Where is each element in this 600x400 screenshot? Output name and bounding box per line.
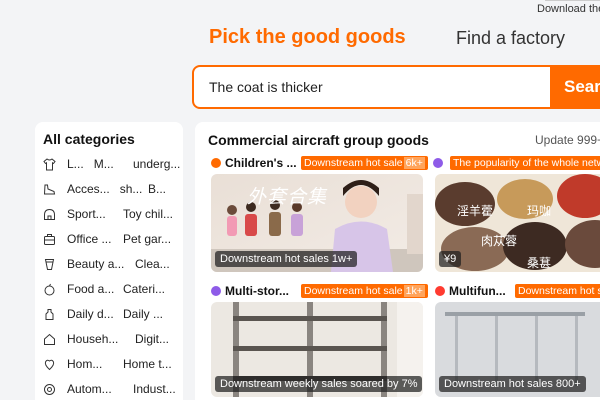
shoe-icon [43, 183, 56, 196]
category-panel: All categories L... M... underg... Acces… [35, 122, 183, 400]
category-row[interactable]: Office ... Pet gar... [43, 231, 183, 251]
goods-panel: Commercial aircraft group goods Update 9… [195, 122, 600, 400]
category-row[interactable]: Sport... Toy chil... [43, 206, 183, 226]
category-link[interactable]: Office ... [67, 232, 111, 246]
category-badge-icon [211, 286, 221, 296]
hot-sale-badge: Downstream hot sale 1k+ [301, 284, 428, 298]
herb-label: 玛咖 [527, 204, 552, 218]
category-link[interactable]: Daily d... [67, 307, 114, 321]
product-image[interactable]: Downstream hot sales 800+ [435, 302, 600, 397]
category-link[interactable]: Cateri... [123, 282, 165, 296]
category-badge-icon [433, 158, 443, 168]
category-row[interactable]: Househ... Digit... [43, 331, 183, 351]
category-title: All categories [43, 131, 135, 147]
category-row[interactable]: Autom... Indust... [43, 381, 183, 400]
card-caption: Downstream hot sales 800+ [439, 376, 586, 392]
card-header[interactable]: The popularity of the whole netw [433, 156, 600, 172]
category-row[interactable]: Food a... Cateri... [43, 281, 183, 301]
category-row[interactable]: L... M... underg... [43, 156, 183, 176]
category-link[interactable]: Daily ... [123, 307, 163, 321]
apple-icon [43, 283, 56, 296]
category-link[interactable]: Househ... [67, 332, 118, 346]
card-header[interactable]: Multi-stor... Downstream hot sale 1k+ [211, 284, 428, 300]
category-link[interactable]: L... M... [67, 157, 114, 171]
herb-label: 淫羊藿 [457, 204, 494, 218]
home-icon [43, 358, 56, 371]
category-link[interactable]: Sport... [67, 207, 106, 221]
category-row[interactable]: Daily d... Daily ... [43, 306, 183, 326]
house-icon [43, 333, 56, 346]
card-title[interactable]: Multi-stor... [225, 284, 289, 298]
category-link[interactable]: Home t... [123, 357, 172, 371]
category-link[interactable]: underg... [133, 157, 180, 171]
gear-icon [43, 383, 56, 396]
category-badge-icon [435, 286, 445, 296]
card-caption: Downstream hot sales 1w+ [215, 251, 358, 267]
shirt-icon [43, 158, 56, 171]
briefcase-icon [43, 233, 56, 246]
bottle-icon [43, 308, 56, 321]
card-title[interactable]: Multifun... [449, 284, 506, 298]
hot-sale-badge: Downstream hot s [515, 284, 600, 298]
cup-icon [43, 258, 56, 271]
category-row[interactable]: Beauty a... Clea... [43, 256, 183, 276]
header-divider [545, 0, 600, 1]
category-link[interactable]: Beauty a... [67, 257, 124, 271]
category-row[interactable]: Acces... sh... B... [43, 181, 183, 201]
dome-icon [43, 208, 56, 221]
search-bar: The coat is thicker Searc [192, 65, 600, 109]
category-link[interactable]: Pet gar... [123, 232, 171, 246]
search-input[interactable]: The coat is thicker [209, 79, 323, 95]
popularity-badge: The popularity of the whole netw [450, 156, 600, 170]
hot-sale-badge: Downstream hot sale 6k+ [301, 156, 428, 170]
goods-section-title: Commercial aircraft group goods [208, 132, 429, 148]
product-image[interactable]: 淫羊藿 玛咖 肉苁蓉 桑葚 枸 黄 ¥9 [435, 174, 600, 272]
category-link[interactable]: Acces... sh... [67, 182, 142, 196]
category-link[interactable]: Digit... [135, 332, 169, 346]
category-badge-icon [211, 158, 221, 168]
card-caption: Downstream weekly sales soared by 7% [215, 376, 423, 392]
image-overlay-text: 外套合集 [247, 186, 328, 208]
card-header[interactable]: Multifun... Downstream hot s [435, 284, 600, 300]
category-link[interactable]: Clea... [135, 257, 170, 271]
update-count[interactable]: Update 999+ [535, 133, 600, 147]
category-link[interactable]: Indust... [133, 382, 176, 396]
category-link[interactable]: Food a... [67, 282, 114, 296]
herb-label: 桑葚 [527, 256, 552, 270]
category-link[interactable]: Toy chil... [123, 207, 173, 221]
product-image[interactable]: 外套合集 Downstream hot sales 1w+ [211, 174, 423, 272]
card-caption: ¥9 [439, 251, 462, 267]
card-title[interactable]: Children's ... [225, 156, 297, 170]
category-link[interactable]: Autom... [67, 382, 112, 396]
category-link[interactable]: Hom... [67, 357, 102, 371]
category-row[interactable]: Hom... Home t... [43, 356, 183, 376]
product-image[interactable]: Downstream weekly sales soared by 7% [211, 302, 423, 397]
tab-find-factory[interactable]: Find a factory [456, 28, 565, 49]
herb-label: 肉苁蓉 [481, 234, 518, 248]
download-link[interactable]: Download the [537, 3, 600, 15]
card-header[interactable]: Children's ... Downstream hot sale 6k+ [211, 156, 428, 172]
category-link[interactable]: B... [148, 182, 166, 196]
search-button[interactable]: Searc [550, 67, 600, 107]
tab-pick-goods[interactable]: Pick the good goods [209, 26, 406, 49]
